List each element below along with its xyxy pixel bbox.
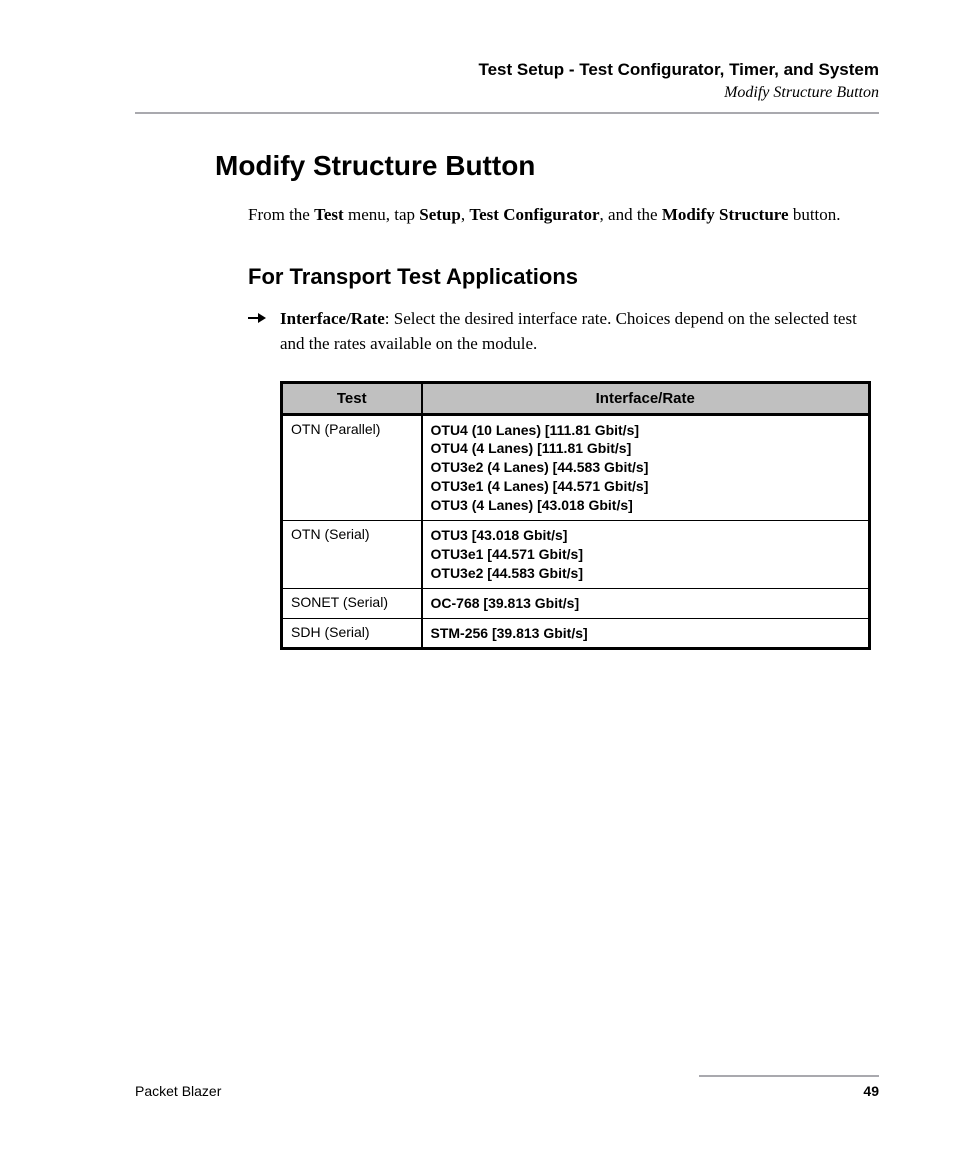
chapter-title: Test Setup - Test Configurator, Timer, a… — [135, 60, 879, 80]
section-heading: For Transport Test Applications — [248, 264, 879, 290]
intro-text: menu, tap — [344, 205, 420, 224]
intro-menu-setup: Setup — [419, 205, 461, 224]
bullet-text: Interface/Rate: Select the desired inter… — [280, 306, 879, 357]
rate-option: OTU3e2 [44.583 Gbit/s] — [431, 564, 861, 583]
intro-menu-test: Test — [314, 205, 344, 224]
table-cell-rate: OC-768 [39.813 Gbit/s] — [422, 588, 870, 618]
table-cell-test: SONET (Serial) — [282, 588, 422, 618]
intro-paragraph: From the Test menu, tap Setup, Test Conf… — [248, 202, 879, 228]
bullet-label: Interface/Rate — [280, 309, 385, 328]
table-cell-test: SDH (Serial) — [282, 618, 422, 649]
rate-option: OTU3e2 (4 Lanes) [44.583 Gbit/s] — [431, 458, 861, 477]
rate-option: OTU4 (4 Lanes) [111.81 Gbit/s] — [431, 439, 861, 458]
table-cell-rate: OTU3 [43.018 Gbit/s]OTU3e1 [44.571 Gbit/… — [422, 520, 870, 588]
table-cell-test: OTN (Parallel) — [282, 414, 422, 520]
intro-text: , and the — [600, 205, 662, 224]
table-header-test: Test — [282, 382, 422, 414]
header-rule — [135, 112, 879, 114]
table-header-rate: Interface/Rate — [422, 382, 870, 414]
table-cell-rate: OTU4 (10 Lanes) [111.81 Gbit/s]OTU4 (4 L… — [422, 414, 870, 520]
footer-page-number: 49 — [863, 1083, 879, 1099]
rate-option: OC-768 [39.813 Gbit/s] — [431, 594, 861, 613]
footer-rule — [699, 1075, 879, 1077]
rate-option: STM-256 [39.813 Gbit/s] — [431, 624, 861, 643]
table-row: OTN (Parallel)OTU4 (10 Lanes) [111.81 Gb… — [282, 414, 870, 520]
rate-option: OTU3 [43.018 Gbit/s] — [431, 526, 861, 545]
interface-rate-table: Test Interface/Rate OTN (Parallel)OTU4 (… — [280, 381, 871, 651]
rate-option: OTU3e1 (4 Lanes) [44.571 Gbit/s] — [431, 477, 861, 496]
running-header: Test Setup - Test Configurator, Timer, a… — [135, 60, 879, 102]
section-subtitle: Modify Structure Button — [135, 84, 879, 102]
page: Test Setup - Test Configurator, Timer, a… — [0, 0, 954, 1159]
intro-text: From the — [248, 205, 314, 224]
page-title: Modify Structure Button — [215, 150, 879, 182]
table-row: SDH (Serial) STM-256 [39.813 Gbit/s] — [282, 618, 870, 649]
intro-menu-test-configurator: Test Configurator — [469, 205, 599, 224]
page-footer: Packet Blazer 49 — [135, 1075, 879, 1099]
intro-menu-modify-structure: Modify Structure — [662, 205, 789, 224]
table-cell-rate: STM-256 [39.813 Gbit/s] — [422, 618, 870, 649]
table-row: OTN (Serial)OTU3 [43.018 Gbit/s]OTU3e1 [… — [282, 520, 870, 588]
footer-product: Packet Blazer — [135, 1083, 221, 1099]
intro-text: button. — [789, 205, 841, 224]
interface-rate-table-wrap: Test Interface/Rate OTN (Parallel)OTU4 (… — [280, 381, 879, 651]
rate-option: OTU4 (10 Lanes) [111.81 Gbit/s] — [431, 421, 861, 440]
table-row: SONET (Serial) OC-768 [39.813 Gbit/s] — [282, 588, 870, 618]
rate-option: OTU3 (4 Lanes) [43.018 Gbit/s] — [431, 496, 861, 515]
table-header-row: Test Interface/Rate — [282, 382, 870, 414]
table-cell-test: OTN (Serial) — [282, 520, 422, 588]
bullet-arrow-icon — [248, 306, 280, 357]
rate-option: OTU3e1 [44.571 Gbit/s] — [431, 545, 861, 564]
bullet-item: Interface/Rate: Select the desired inter… — [248, 306, 879, 357]
